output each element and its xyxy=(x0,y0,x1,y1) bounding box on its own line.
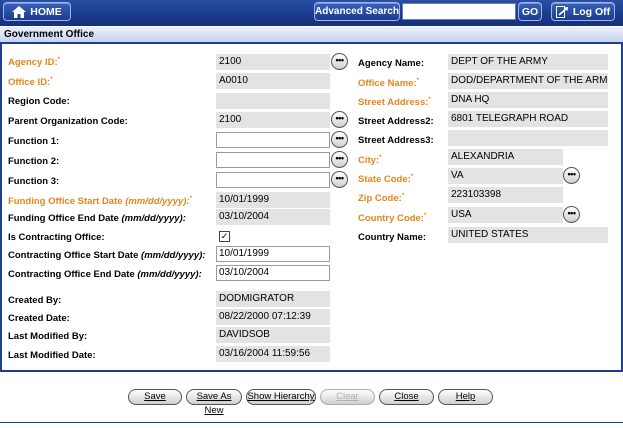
search-input[interactable] xyxy=(402,3,516,20)
street-address3-field xyxy=(448,130,608,146)
agency-id-field: 2100 xyxy=(216,54,330,70)
page-title: Government Office xyxy=(0,27,623,44)
parent-org-lookup-button[interactable]: ••• xyxy=(331,111,348,128)
function1-label: Function 1: xyxy=(8,136,60,147)
home-icon xyxy=(12,5,27,18)
street-address-label: Street Address:* xyxy=(358,96,431,108)
region-code-field xyxy=(216,93,330,109)
parent-org-code-field: 2100 xyxy=(216,112,330,128)
contracting-start-label: Contracting Office Start Date (mm/dd/yyy… xyxy=(8,250,206,261)
go-button[interactable]: GO xyxy=(518,2,542,21)
save-as-new-button[interactable]: Save As New xyxy=(186,389,242,416)
parent-org-code-label: Parent Organization Code: xyxy=(8,116,128,127)
country-name-label: Country Name: xyxy=(358,232,427,243)
region-code-label: Region Code: xyxy=(8,96,70,107)
agency-id-lookup-button[interactable]: ••• xyxy=(331,53,348,70)
city-label: City:* xyxy=(358,154,382,166)
function1-input[interactable] xyxy=(216,132,330,148)
contracting-start-input[interactable]: 10/01/1999 xyxy=(216,246,330,262)
advanced-search-button[interactable]: Advanced Search xyxy=(314,2,400,21)
office-name-label: Office Name:* xyxy=(358,77,419,89)
frame-border-left xyxy=(0,44,2,370)
street-address3-label: Street Address3: xyxy=(358,135,434,146)
contracting-end-input[interactable]: 03/10/2004 xyxy=(216,265,330,281)
function3-label: Function 3: xyxy=(8,176,60,187)
funding-end-field: 03/10/2004 xyxy=(216,209,330,225)
last-modified-by-field: DAVIDSOB xyxy=(216,327,330,343)
created-date-field: 08/22/2000 07:12:39 xyxy=(216,309,330,325)
function2-input[interactable] xyxy=(216,152,330,168)
state-code-field: VA xyxy=(448,168,563,184)
zip-code-field: 223103398 xyxy=(448,187,563,203)
help-button[interactable]: Help xyxy=(438,389,493,405)
home-button[interactable]: HOME xyxy=(3,2,71,21)
advanced-search-label: Advanced Search xyxy=(315,6,399,17)
zip-code-label: Zip Code:* xyxy=(358,192,405,204)
date-format-hint: (mm/dd/yyyy): xyxy=(137,269,202,280)
required-marker: * xyxy=(401,192,405,199)
required-marker: * xyxy=(379,154,382,161)
content-divider xyxy=(0,370,623,372)
log-off-icon xyxy=(555,5,568,18)
funding-start-label: Funding Office Start Date (mm/dd/yyyy):* xyxy=(8,195,192,207)
street-address2-field: 6801 TELEGRAPH ROAD xyxy=(448,111,608,127)
created-by-field: DODMIGRATOR xyxy=(216,291,330,307)
agency-id-label: Agency ID:* xyxy=(8,56,60,68)
last-modified-date-label: Last Modified Date: xyxy=(8,350,96,361)
country-code-lookup-button[interactable]: ••• xyxy=(563,206,580,223)
country-code-field: USA xyxy=(448,207,563,223)
state-code-lookup-button[interactable]: ••• xyxy=(563,167,580,184)
required-marker: * xyxy=(428,96,431,103)
show-hierarchy-button[interactable]: Show Hierarchy xyxy=(246,389,316,405)
required-marker: * xyxy=(410,173,414,180)
city-field: ALEXANDRIA xyxy=(448,149,563,165)
close-button[interactable]: Close xyxy=(379,389,434,405)
agency-name-label: Agency Name: xyxy=(358,58,424,69)
go-label: GO xyxy=(521,5,539,18)
office-name-field: DOD/DEPARTMENT OF THE ARMY xyxy=(448,73,608,89)
top-navigation-bar: HOME Advanced Search GO Log Off xyxy=(0,0,623,26)
bottom-divider xyxy=(0,422,623,423)
contracting-end-label: Contracting Office End Date (mm/dd/yyyy)… xyxy=(8,269,202,280)
log-off-button[interactable]: Log Off xyxy=(551,2,615,21)
last-modified-date-field: 03/16/2004 11:59:56 xyxy=(216,346,330,362)
required-marker: * xyxy=(50,76,53,83)
required-marker: * xyxy=(189,195,192,202)
function2-lookup-button[interactable]: ••• xyxy=(331,151,348,168)
required-marker: * xyxy=(416,77,419,84)
date-format-hint: (mm/dd/yyyy): xyxy=(125,196,190,207)
agency-name-field: DEPT OF THE ARMY xyxy=(448,54,608,70)
created-by-label: Created By: xyxy=(8,295,62,306)
state-code-label: State Code:* xyxy=(358,173,414,185)
office-id-label: Office ID:* xyxy=(8,76,53,88)
is-contracting-checkbox[interactable]: ✓ xyxy=(219,231,230,242)
funding-start-field: 10/01/1999 xyxy=(216,192,330,208)
country-code-label: Country Code:* xyxy=(358,212,427,224)
required-marker: * xyxy=(57,56,60,63)
date-format-hint: (mm/dd/yyyy): xyxy=(141,250,206,261)
function3-lookup-button[interactable]: ••• xyxy=(331,171,348,188)
function2-label: Function 2: xyxy=(8,156,60,167)
home-label: HOME xyxy=(30,5,62,18)
date-format-hint: (mm/dd/yyyy): xyxy=(121,213,186,224)
log-off-label: Log Off xyxy=(572,5,611,18)
function1-lookup-button[interactable]: ••• xyxy=(331,131,348,148)
street-address2-label: Street Address2: xyxy=(358,116,434,127)
last-modified-by-label: Last Modified By: xyxy=(8,331,88,342)
function3-input[interactable] xyxy=(216,172,330,188)
is-contracting-label: Is Contracting Office: xyxy=(8,232,105,243)
save-button[interactable]: Save xyxy=(128,389,182,405)
street-address-field: DNA HQ xyxy=(448,92,608,108)
created-date-label: Created Date: xyxy=(8,313,70,324)
clear-button[interactable]: Clear xyxy=(320,389,375,405)
office-id-field: A0010 xyxy=(216,73,330,89)
country-name-field: UNITED STATES xyxy=(448,227,608,243)
funding-end-label: Funding Office End Date (mm/dd/yyyy): xyxy=(8,213,186,224)
required-marker: * xyxy=(423,212,427,219)
